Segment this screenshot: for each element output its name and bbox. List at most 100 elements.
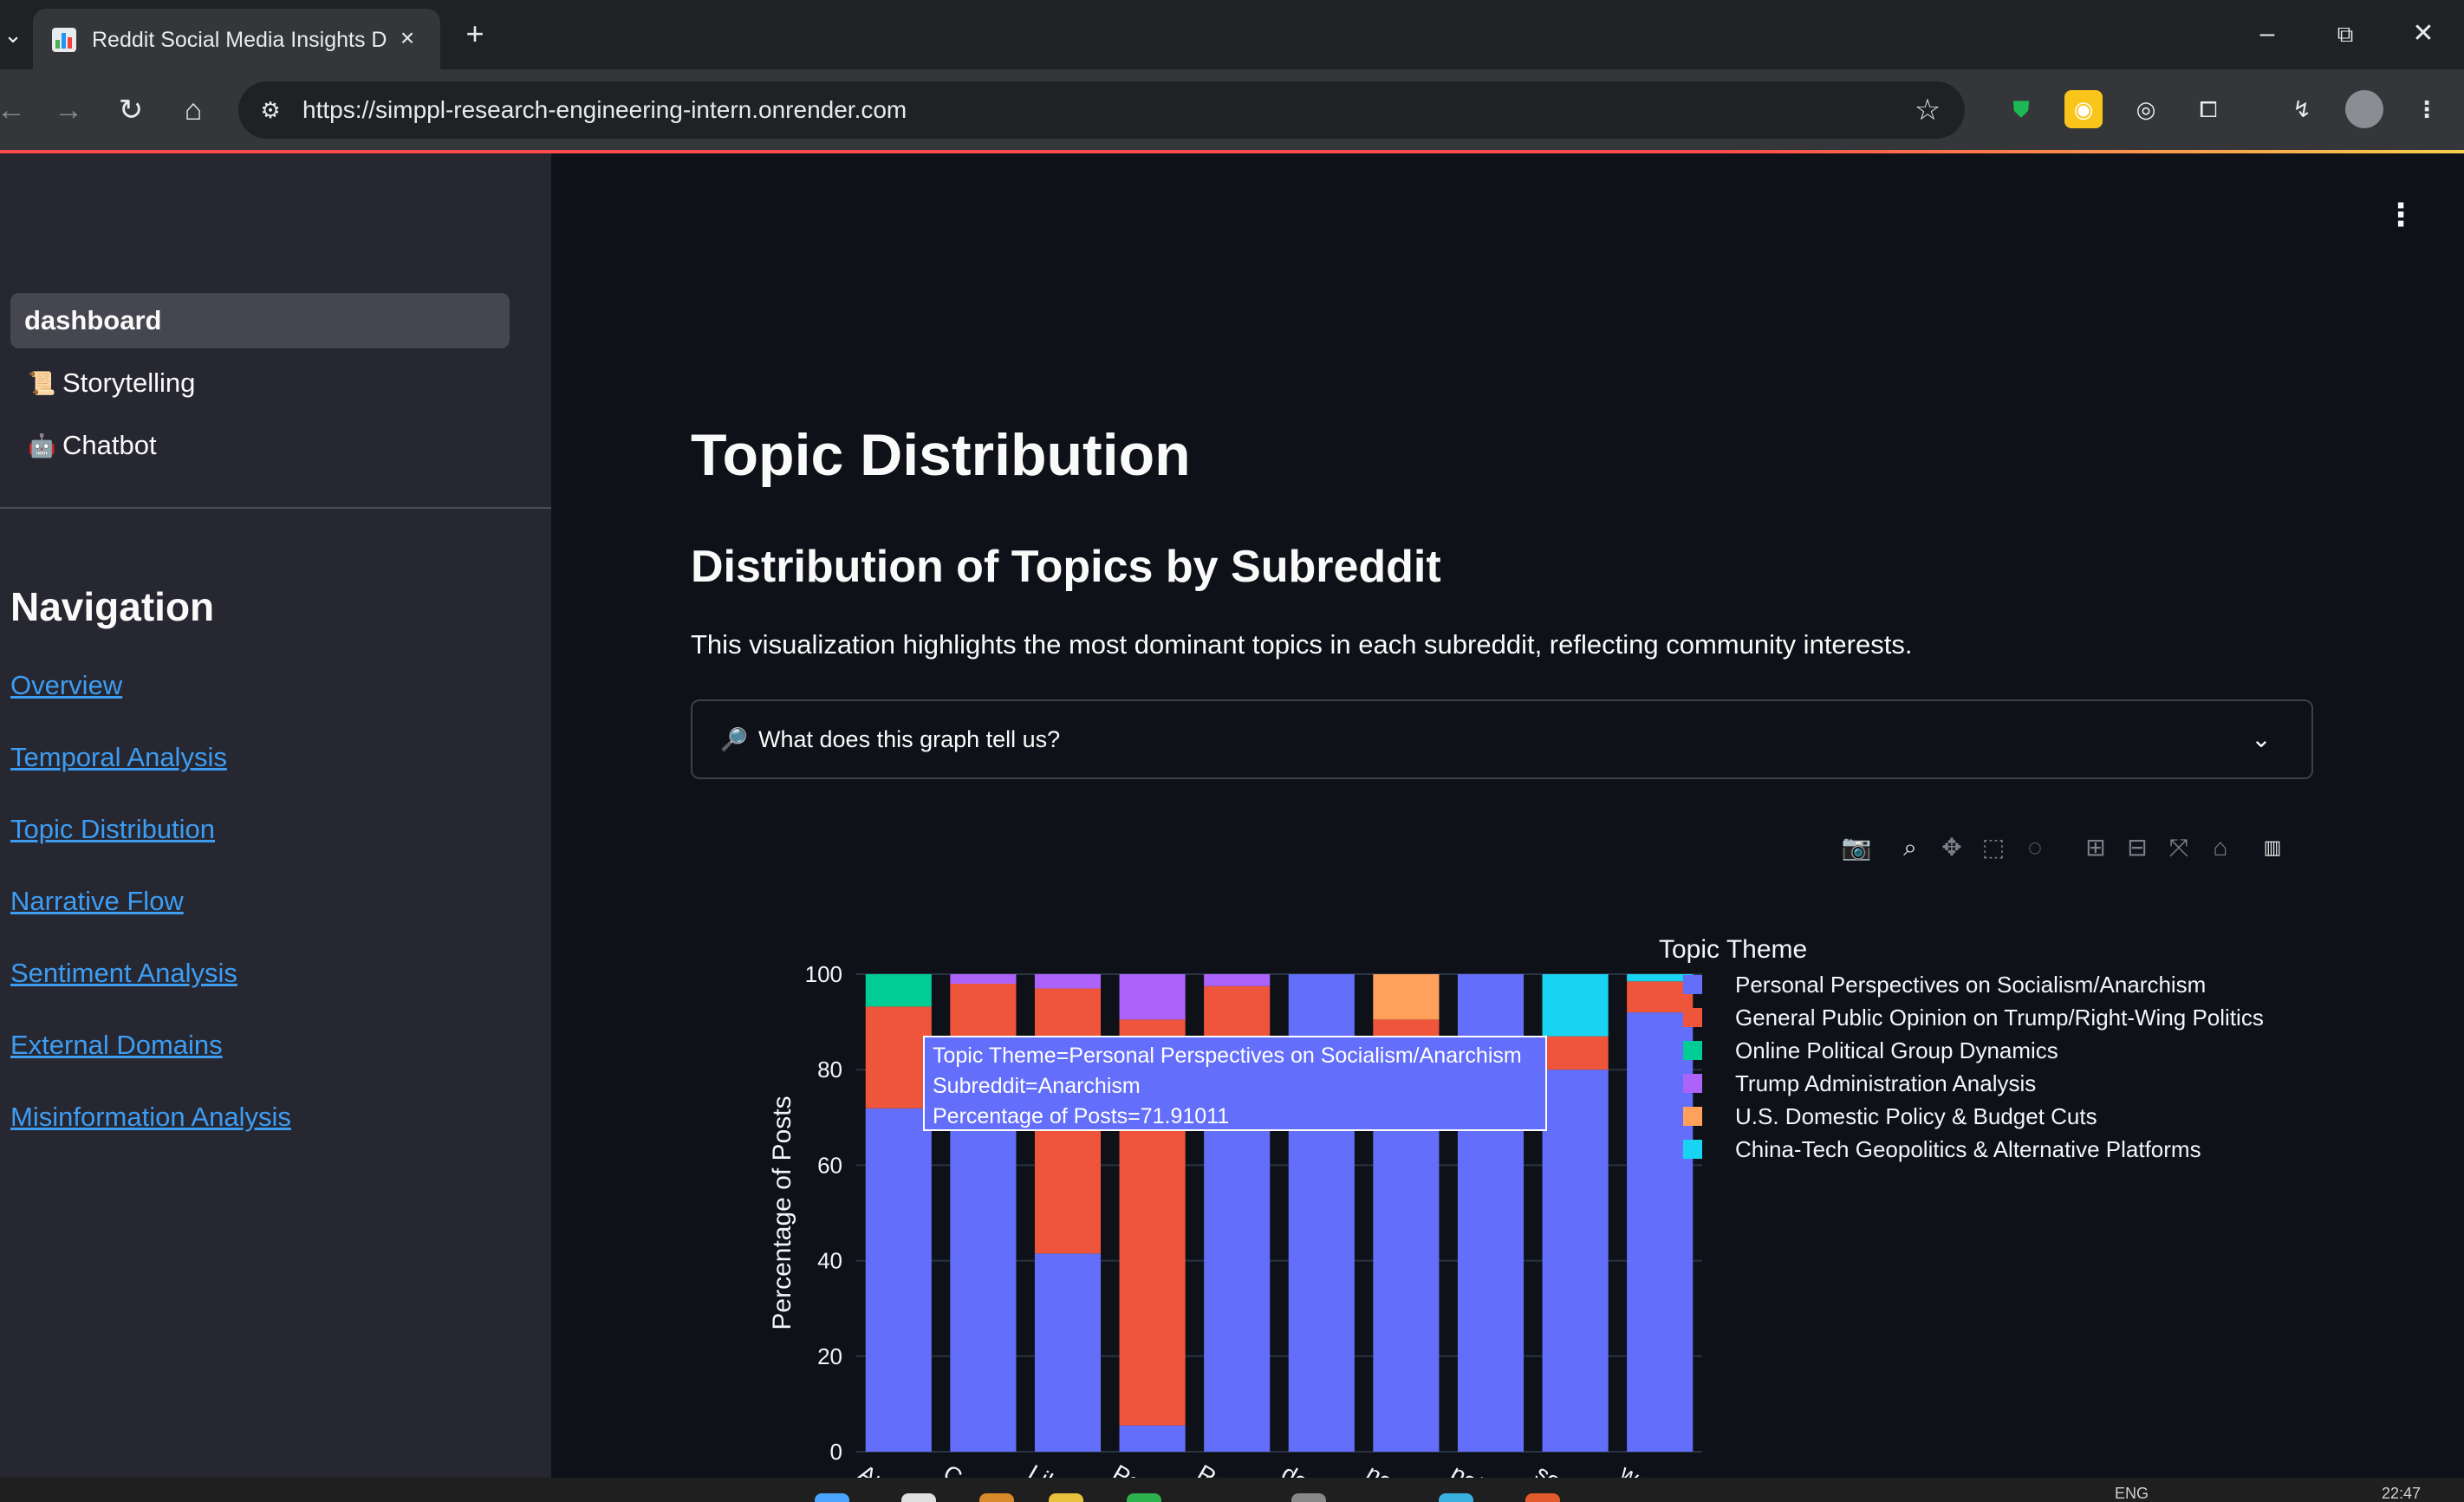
bar-segment <box>950 974 1017 985</box>
bookmark-star-icon[interactable]: ☆ <box>1911 94 1944 127</box>
browser-menu-icon[interactable]: ⋮ <box>2408 90 2446 128</box>
y-tick-label: 80 <box>817 1057 842 1083</box>
x-tick-label: worldpol <box>1615 1460 1704 1478</box>
window-close-icon[interactable]: ✕ <box>2397 12 2449 55</box>
bar-segment <box>865 974 932 1007</box>
legend-item: China-Tech Geopolitics & Alternative Pla… <box>1735 1136 2201 1162</box>
sidebar-divider <box>0 507 551 509</box>
section-title: Distribution of Topics by Subreddit <box>691 542 1441 592</box>
idea-extension-icon[interactable]: ◉ <box>2064 90 2103 128</box>
nav-link-external-domains[interactable]: External Domains <box>10 1030 223 1061</box>
y-tick-label: 20 <box>817 1343 842 1369</box>
legend-item: Personal Perspectives on Socialism/Anarc… <box>1735 972 2206 998</box>
taskbar-app-icon[interactable] <box>1525 1493 1560 1502</box>
page-title: Topic Distribution <box>691 422 1191 488</box>
chart-canvas: 020406080100Percentage of PostsAnarchisC… <box>768 935 2264 1478</box>
glasses-extension-icon[interactable]: ◎ <box>2127 90 2165 128</box>
legend-swatch <box>1683 1140 1702 1159</box>
topic-distribution-chart: 📷 ⌕ ✥ ⬚ ◌ ⊞ ⊟ ⤧ ⌂ ▥ 0 20 40 60 80 100 Percenta… <box>704 823 2298 1478</box>
minimize-icon[interactable]: – <box>2241 12 2293 55</box>
bar-segment <box>1204 985 1271 1044</box>
extensions-puzzle-icon[interactable]: ⧠ <box>2189 90 2227 128</box>
section-description: This visualization highlights the most d… <box>691 629 1913 660</box>
bar-segment <box>1627 981 1694 1013</box>
sidebar-item-label: dashboard <box>24 305 162 335</box>
legend-item: General Public Opinion on Trump/Right-Wi… <box>1735 1005 2264 1031</box>
taskbar-app-icon[interactable] <box>1439 1493 1473 1502</box>
x-tick-label: socialism <box>1531 1460 1628 1478</box>
nav-link-narrative-flow[interactable]: Narrative Flow <box>10 886 184 917</box>
tab-close-icon[interactable]: × <box>392 23 423 54</box>
bar-segment <box>1034 974 1102 989</box>
home-icon[interactable]: ⌂ <box>173 90 213 130</box>
bar-segment <box>1204 974 1271 986</box>
forward-icon[interactable]: → <box>49 90 88 130</box>
taskbar-app-icon[interactable] <box>1127 1493 1161 1502</box>
taskbar-app-icon[interactable] <box>1291 1493 1326 1502</box>
tab-search-chevron-icon[interactable]: ⌄ <box>0 17 26 52</box>
nav-link-sentiment-analysis[interactable]: Sentiment Analysis <box>10 958 237 989</box>
browser-tab-strip: ⌄ Reddit Social Media Insights Da × + – … <box>0 0 2464 69</box>
nav-link-temporal-analysis[interactable]: Temporal Analysis <box>10 742 227 773</box>
app-menu-icon[interactable]: ⋮ <box>2385 196 2416 234</box>
back-icon[interactable]: ← <box>0 90 31 130</box>
nav-link-misinformation-analysis[interactable]: Misinformation Analysis <box>10 1102 291 1133</box>
tooltip-line: Topic Theme=Personal Perspectives on Soc… <box>933 1044 1522 1068</box>
sidebar-item-dashboard[interactable]: dashboard <box>10 293 510 348</box>
bar-segment <box>865 1006 932 1109</box>
bar-segment <box>1034 1253 1102 1452</box>
legend-item: Trump Administration Analysis <box>1735 1070 2036 1096</box>
x-tick-label: democra <box>1278 1460 1370 1478</box>
x-tick-label: Liberal <box>1024 1460 1097 1478</box>
os-taskbar: ENG 22:47 <box>0 1478 2464 1502</box>
bar-segment <box>1119 1425 1186 1452</box>
bar-segment <box>1542 1036 1609 1070</box>
bar-segment <box>1119 974 1186 1020</box>
robot-icon: 🤖 <box>28 432 56 458</box>
nav-link-topic-distribution[interactable]: Topic Distribution <box>10 814 215 845</box>
sidebar-item-chatbot[interactable]: 🤖 Chatbot <box>10 418 510 473</box>
y-axis-title: Percentage of Posts <box>768 1096 796 1330</box>
browser-tab-active[interactable]: Reddit Social Media Insights Da × <box>33 9 440 69</box>
legend-swatch <box>1683 1107 1702 1126</box>
sidebar-item-label: Storytelling <box>62 367 196 398</box>
taskbar-app-icon[interactable] <box>979 1493 1014 1502</box>
nav-link-overview[interactable]: Overview <box>10 670 122 701</box>
bar-chart-favicon-icon <box>52 28 76 52</box>
bar-segment <box>1627 1012 1694 1452</box>
legend-swatch <box>1683 1041 1702 1060</box>
restore-icon[interactable]: ⧉ <box>2319 12 2371 55</box>
performance-icon[interactable]: ↯ <box>2283 90 2321 128</box>
scroll-icon: 📜 <box>28 370 56 396</box>
start-icon[interactable] <box>815 1493 849 1502</box>
profile-avatar[interactable] <box>2345 90 2383 128</box>
y-tick-label: 0 <box>830 1439 842 1465</box>
taskbar-app-icon[interactable] <box>1049 1493 1083 1502</box>
x-tick-label: neoliber <box>1362 1460 1447 1478</box>
graph-explanation-expander[interactable]: 🔎 What does this graph tell us? ⌄ <box>691 699 2313 779</box>
navigation-heading: Navigation <box>10 584 215 629</box>
address-bar[interactable]: ⚙ https://simppl-research-engineering-in… <box>238 81 1965 139</box>
magnifier-icon: 🔎 <box>719 726 749 752</box>
clock[interactable]: 22:47 <box>2382 1485 2421 1502</box>
browser-toolbar: ← → ↻ ⌂ ⚙ https://simppl-research-engine… <box>0 69 2464 151</box>
new-tab-icon[interactable]: + <box>458 17 492 52</box>
sidebar-item-storytelling[interactable]: 📜 Storytelling <box>10 355 510 411</box>
url-text[interactable]: https://simppl-research-engineering-inte… <box>302 94 907 127</box>
sidebar-item-label: Chatbot <box>62 430 157 460</box>
shield-extension-icon[interactable]: ⛊ <box>2002 90 2040 128</box>
x-tick-label: PoliticalD <box>1108 1460 1206 1478</box>
bar-segment <box>1373 974 1440 1020</box>
taskbar-app-icon[interactable] <box>901 1493 936 1502</box>
legend-title: Topic Theme <box>1659 935 1807 964</box>
bar-segment <box>1627 974 1694 982</box>
expander-label: What does this graph tell us? <box>758 726 1061 752</box>
y-tick-label: 40 <box>817 1248 842 1274</box>
bar-segment <box>865 1108 932 1452</box>
chevron-down-icon[interactable]: ⌄ <box>2246 722 2277 757</box>
reload-icon[interactable]: ↻ <box>111 90 151 130</box>
tooltip-line: Subreddit=Anarchism <box>933 1074 1141 1098</box>
language-indicator[interactable]: ENG <box>2115 1485 2149 1502</box>
legend-swatch <box>1683 975 1702 994</box>
site-settings-icon[interactable]: ⚙ <box>256 95 285 125</box>
